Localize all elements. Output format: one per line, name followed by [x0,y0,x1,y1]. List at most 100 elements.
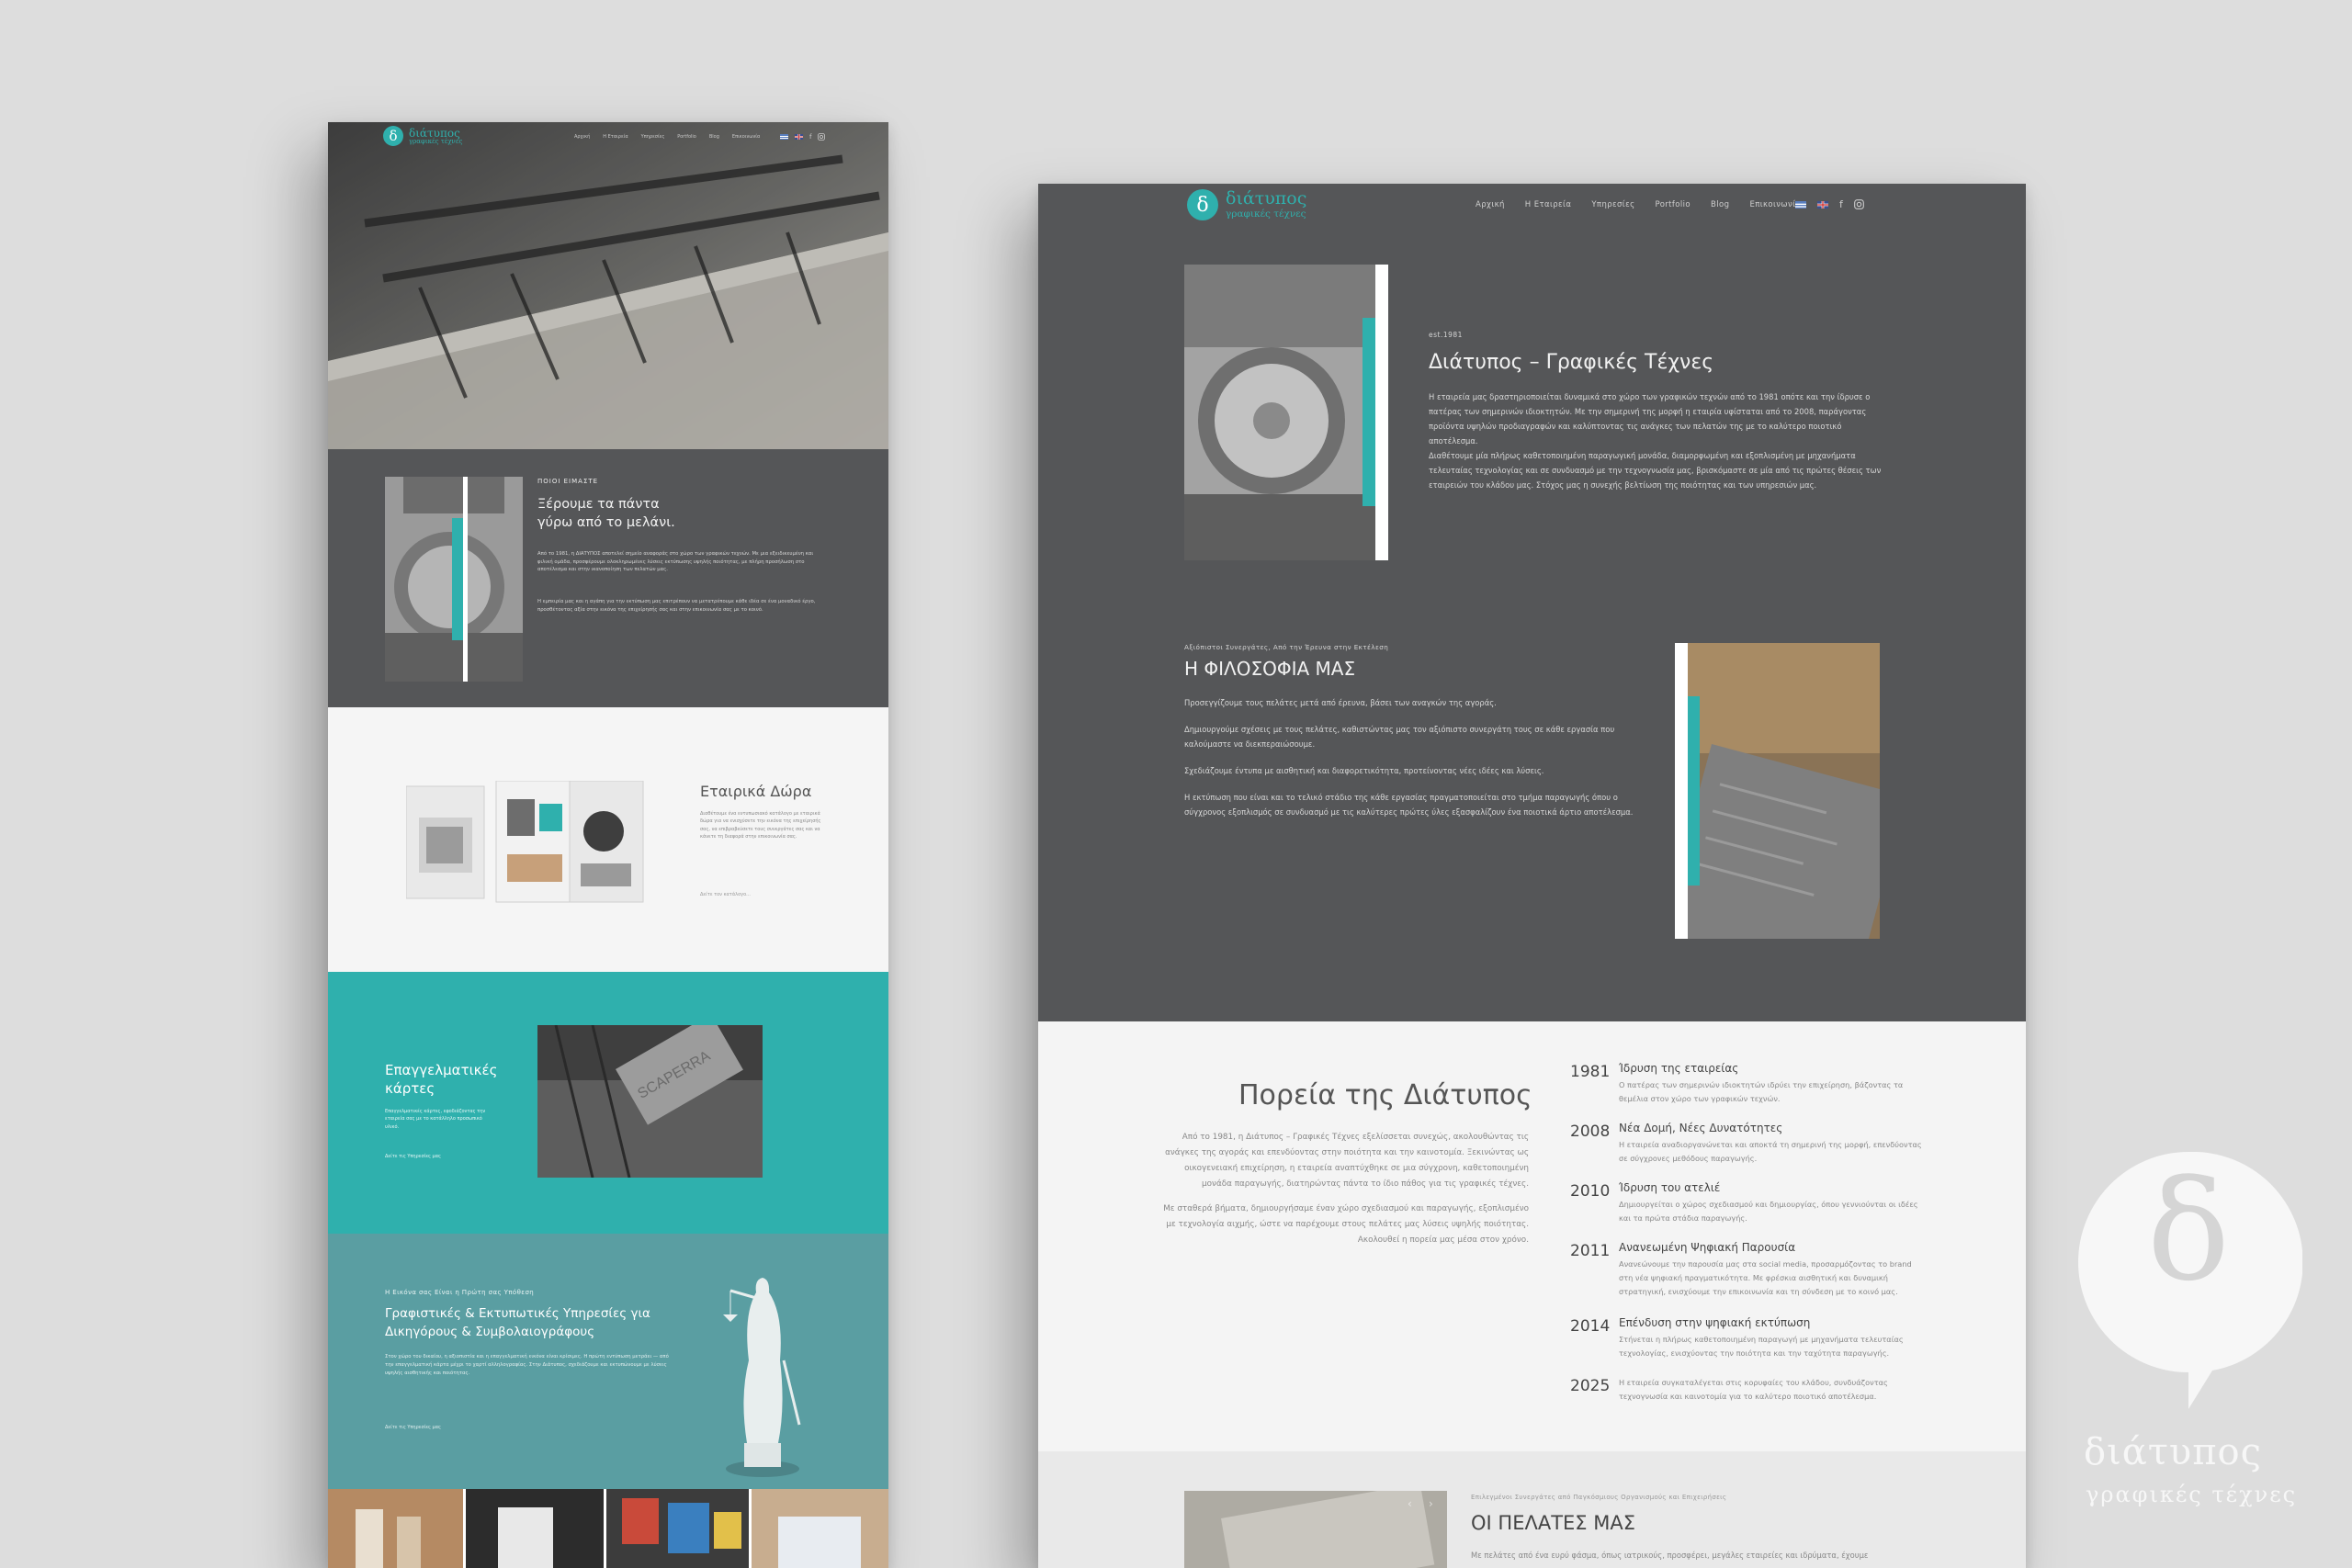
philosophy-eyebrow: Αξιόπιστοι Συνεργάτες, Από την Έρευνα στ… [1184,643,1389,651]
clients-body: Με πελάτες από ένα ευρύ φάσμα, όπως ιατρ… [1471,1551,1869,1560]
nav-item-company[interactable]: Η Εταιρεία [1525,200,1572,209]
accent-line [1675,643,1688,939]
legal-title-line1: Γραφιστικές & Εκτυπωτικές Υπηρεσίες για [385,1306,650,1321]
main-menu: Αρχική Η Εταιρεία Υπηρεσίες Portfolio Bl… [574,134,760,140]
accent-line [463,477,468,682]
nav-item-blog[interactable]: Blog [709,134,719,140]
about-section: ΠΟΙΟΙ ΕΙΜΑΣΤΕ Ξέρουμε τα πάντα γύρω από … [328,449,888,707]
intro-paragraph-2: Διαθέτουμε μία πλήρως καθετοποιημένη παρ… [1429,451,1882,490]
nav-icons: f [780,133,826,141]
nav-item-contact[interactable]: Επικοινωνία [732,134,760,140]
facebook-icon[interactable]: f [809,133,811,141]
timeline-title: Ίδρυση της εταιρείας [1619,1062,1739,1075]
legal-services-section: Η Εικόνα σας Είναι η Πρώτη σας Υπόθεση Γ… [328,1234,888,1489]
timeline-year: 2014 [1570,1317,1611,1336]
nav-item-portfolio[interactable]: Portfolio [677,134,696,140]
facebook-icon[interactable]: f [1839,198,1843,210]
accent-bar [452,518,463,640]
corporate-gifts-section: Εταιρικά Δώρα Διαθέτουμε ένα εντυπωσιακό… [328,707,888,972]
timeline-title: Ίδρυση του ατελιέ [1619,1181,1721,1194]
history-title: Πορεία της Διάτυπος [1238,1079,1532,1111]
watermark-mark: δ [2146,1152,2231,1312]
about-eyebrow: ΠΟΙΟΙ ΕΙΜΑΣΤΕ [537,478,599,485]
timeline-desc: Στήνεται η πλήρως καθετοποιημένη παραγωγ… [1619,1335,1904,1358]
intro-and-philosophy-section: δ διάτυπος γραφικές τέχνες Αρχική Η Εται… [1038,184,2026,1021]
about-title-line1: Ξέρουμε τα πάντα [537,497,660,512]
clients-title: ΟΙ ΠΕΛΑΤΕΣ ΜΑΣ [1471,1512,1635,1534]
timeline-year: 2011 [1570,1242,1611,1260]
hero-section: δ διάτυπος γραφικές τέχνες Αρχική Η Εται… [328,122,888,449]
watermark-tagline: γραφικές τέχνες [2086,1482,2298,1507]
logo[interactable]: δ διάτυπος γραφικές τέχνες [383,126,462,146]
embossed-card-photo [1675,643,1880,939]
gift-catalog-image [406,781,644,903]
logo-tagline: γραφικές τέχνες [1226,209,1306,220]
history-section: Πορεία της Διάτυπος Από το 1981, η Διάτυ… [1038,1021,2026,1451]
gifts-body: Διαθέτουμε ένα εντυπωσιακό κατάλογο με ε… [700,811,821,840]
timeline-year: 2010 [1570,1182,1611,1201]
clients-section: ‹ › Επιλεγμένοι Συνεργάτες από Παγκόσμιο… [1038,1451,2026,1568]
philosophy-line-2: Δημιουργούμε σχέσεις με τους πελάτες, κα… [1184,725,1615,749]
instagram-icon[interactable] [818,133,826,141]
instagram-icon[interactable] [1854,199,1864,209]
about-page-mockup: δ διάτυπος γραφικές τέχνες Αρχική Η Εται… [1038,184,2026,1568]
timeline-title: Επένδυση στην ψηφιακή εκτύπωση [1619,1316,1811,1329]
history-paragraph-1: Από το 1981, η Διάτυπος – Γραφικές Τέχνε… [1165,1133,1529,1189]
flag-gr-icon[interactable] [780,134,788,140]
watermark-name: διάτυπος [2084,1431,2262,1473]
carousel-prev-icon[interactable]: ‹ [1408,1497,1412,1510]
carousel-next-icon[interactable]: › [1429,1497,1433,1510]
nav-item-home[interactable]: Αρχική [574,134,590,140]
typewriter-photo [1184,265,1375,560]
timeline-title: Ανανεωμένη Ψηφιακή Παρουσία [1619,1241,1796,1254]
nav-item-services[interactable]: Υπηρεσίες [641,134,665,140]
legal-body: Στον χώρο του δικαίου, η αξιοπιστία και … [385,1354,669,1376]
nav-item-portfolio[interactable]: Portfolio [1655,200,1690,209]
logo-mark-icon: δ [1187,189,1218,220]
timeline-desc: Ο πατέρας των σημερινών ιδιοκτητών ιδρύε… [1619,1080,1904,1103]
intro-eyebrow: est.1981 [1429,331,1463,339]
philosophy-line-1: Προσεγγίζουμε τους πελάτες μετά από έρευ… [1184,698,1497,707]
main-menu: Αρχική Η Εταιρεία Υπηρεσίες Portfolio Bl… [1476,200,1801,209]
cards-services-link[interactable]: Δείτε τις Υπηρεσίες μας [385,1154,441,1159]
timeline-desc: Η εταιρεία συγκαταλέγεται στις κορυφαίες… [1619,1378,1888,1401]
press-machine-photo [328,122,888,449]
flag-en-icon[interactable] [795,134,803,140]
flag-en-icon[interactable] [1817,200,1828,209]
brand-watermark: δ [2075,1152,2302,1409]
about-paragraph-2: Η εμπειρία μας και η αγάπη για την εκτύπ… [537,599,816,613]
philosophy-title: Η ΦΙΛΟΣΟΦΙΑ ΜΑΣ [1184,658,1356,680]
about-paragraph-1: Από το 1981, η ΔΙΑΤΥΠΟΣ αποτελεί σημείο … [537,551,814,573]
accent-line [1375,265,1388,560]
flag-gr-icon[interactable] [1795,200,1806,209]
nav-item-company[interactable]: Η Εταιρεία [603,134,628,140]
timeline-year: 2025 [1570,1377,1611,1395]
clients-eyebrow: Επιλεγμένοι Συνεργάτες από Παγκόσμιους Ο… [1471,1494,1727,1501]
top-navigation: δ διάτυπος γραφικές τέχνες Αρχική Η Εται… [328,122,888,155]
timeline-year: 1981 [1570,1063,1611,1081]
timeline-desc: Η εταιρεία αναδιοργανώνεται και αποκτά τ… [1619,1140,1922,1163]
cards-title-line1: Επαγγελματικές [385,1062,498,1078]
legal-services-link[interactable]: Δείτε τις Υπηρεσίες μας [385,1425,441,1430]
nav-item-home[interactable]: Αρχική [1476,200,1505,209]
philosophy-line-4: Η εκτύπωση που είναι και το τελικό στάδι… [1184,793,1634,817]
lady-justice-statue [723,1278,801,1477]
nav-item-contact[interactable]: Επικοινωνία [1749,200,1801,209]
timeline-title: Νέα Δομή, Νέες Δυνατότητες [1619,1122,1783,1134]
logo[interactable]: δ διάτυπος γραφικές τέχνες [1187,189,1306,220]
cards-body: Επαγγελματικές κάρτες, εφοδιάζοντας την … [385,1109,486,1130]
about-title-line2: γύρω από το μελάνι. [537,515,675,530]
nav-item-services[interactable]: Υπηρεσίες [1591,200,1634,209]
gifts-catalog-link[interactable]: Δείτε τον κατάλογο... [700,892,751,897]
timeline-desc: Ανανεώνουμε την παρουσία μας στα social … [1619,1259,1912,1296]
timeline-year: 2008 [1570,1122,1611,1141]
philosophy-line-3: Σχεδιάζουμε έντυπα με αισθητική και διαφ… [1184,766,1544,775]
portfolio-thumbnails [328,1489,888,1568]
logo-mark-icon: δ [383,126,403,146]
portfolio-photo-strip [328,1489,888,1568]
nav-item-blog[interactable]: Blog [1711,200,1729,209]
intro-title: Διάτυπος – Γραφικές Τέχνες [1429,351,1714,374]
logo-name: διάτυπος [1226,188,1307,209]
business-card-photo: SCAPERRA [537,1025,763,1178]
nav-icons: f [1795,198,1864,210]
